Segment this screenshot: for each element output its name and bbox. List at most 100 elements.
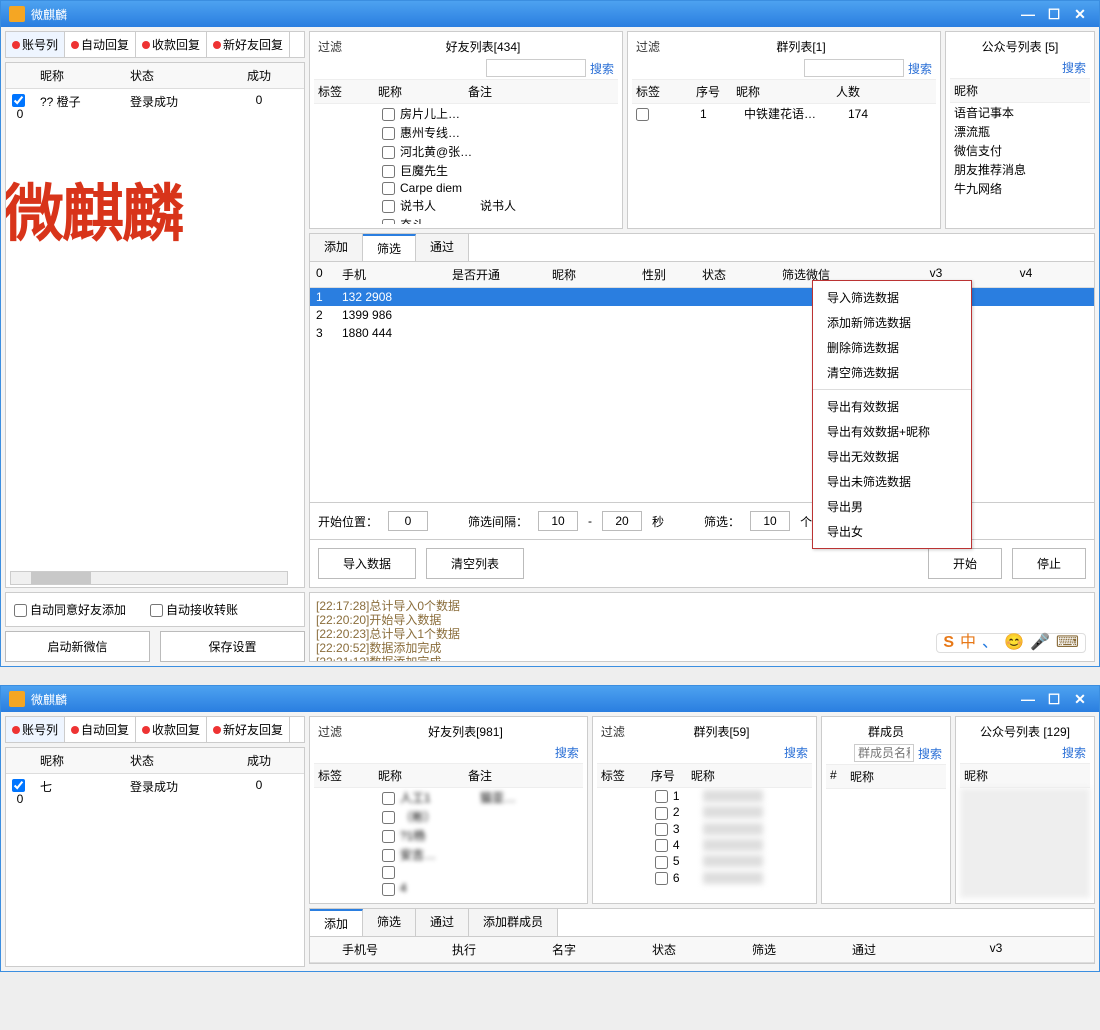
maximize-button[interactable]: ☐ bbox=[1043, 5, 1065, 23]
groups-list[interactable]: 123456 bbox=[597, 788, 812, 898]
mtab-pass[interactable]: 通过 bbox=[416, 234, 469, 261]
clear-list-button[interactable]: 清空列表 bbox=[426, 548, 524, 579]
groups-search-button[interactable]: 搜索 bbox=[908, 60, 932, 77]
public-row[interactable]: 微信支付 bbox=[950, 141, 1090, 160]
friends-search-input[interactable] bbox=[486, 59, 586, 77]
tab-auto-reply[interactable]: 自动回复 bbox=[65, 32, 136, 57]
members-search-input[interactable] bbox=[854, 744, 914, 762]
filter-row[interactable]: 21399 986 bbox=[310, 306, 1094, 324]
friends-list[interactable]: 房片儿上…惠州专线…河北黄@张…巨魔先生Carpe diem说书人说书人奋斗 bbox=[314, 104, 618, 224]
close-button[interactable]: ✕ bbox=[1069, 690, 1091, 708]
titlebar[interactable]: 微麒麟 — ☐ ✕ bbox=[1, 1, 1099, 27]
interval-max-input[interactable] bbox=[602, 511, 642, 531]
context-menu-item[interactable]: 清空筛选数据 bbox=[813, 360, 971, 385]
ime-punct-icon[interactable]: 、 bbox=[982, 636, 998, 650]
tab-new-friend-reply[interactable]: 新好友回复 bbox=[207, 717, 290, 742]
public-list[interactable]: 语音记事本漂流瓶微信支付朋友推荐消息牛九网络 bbox=[950, 103, 1090, 223]
friend-row[interactable]: 惠州专线… bbox=[314, 123, 618, 142]
minimize-button[interactable]: — bbox=[1017, 690, 1039, 708]
context-menu-item[interactable]: 导出未筛选数据 bbox=[813, 469, 971, 494]
interval-min-input[interactable] bbox=[538, 511, 578, 531]
public-row[interactable]: 朋友推荐消息 bbox=[950, 160, 1090, 179]
context-menu-item[interactable]: 导入筛选数据 bbox=[813, 285, 971, 310]
tab-accounts[interactable]: 账号列 bbox=[6, 717, 65, 742]
tab-accounts[interactable]: 账号列 bbox=[6, 32, 65, 57]
context-menu-item[interactable]: 导出有效数据 bbox=[813, 394, 971, 419]
ime-keyboard-icon[interactable]: ⌨ bbox=[1056, 636, 1079, 650]
account-checkbox[interactable] bbox=[12, 94, 25, 107]
public-row[interactable]: 牛九网络 bbox=[950, 179, 1090, 198]
import-data-button[interactable]: 导入数据 bbox=[318, 548, 416, 579]
mtab-add[interactable]: 添加 bbox=[310, 234, 363, 261]
public-row[interactable]: 漂流瓶 bbox=[950, 122, 1090, 141]
filter-row[interactable]: 1132 2908 bbox=[310, 288, 1094, 306]
context-menu-item[interactable]: 导出男 bbox=[813, 494, 971, 519]
friend-row[interactable]: （彬） bbox=[314, 807, 583, 826]
friends-list[interactable]: 人工1猫亚…（彬）?1杨安吉… 4 bbox=[314, 788, 583, 898]
public-search-button[interactable]: 搜索 bbox=[1062, 59, 1086, 76]
ime-mic-icon[interactable]: 🎤 bbox=[1030, 636, 1050, 650]
public-search-button[interactable]: 搜索 bbox=[1062, 744, 1086, 761]
minimize-button[interactable]: — bbox=[1017, 5, 1039, 23]
mtab-filter[interactable]: 筛选 bbox=[363, 234, 416, 261]
start-pos-input[interactable] bbox=[388, 511, 428, 531]
stop-button[interactable]: 停止 bbox=[1012, 548, 1086, 579]
groups-search-input[interactable] bbox=[804, 59, 904, 77]
context-menu-item[interactable]: 删除筛选数据 bbox=[813, 335, 971, 360]
friend-row[interactable]: Carpe diem bbox=[314, 180, 618, 196]
tab-payment-reply[interactable]: 收款回复 bbox=[136, 32, 207, 57]
friend-row[interactable]: ?1杨 bbox=[314, 826, 583, 845]
filter-count-input[interactable] bbox=[750, 511, 790, 531]
start-button[interactable]: 开始 bbox=[928, 548, 1002, 579]
tab-payment-reply[interactable]: 收款回复 bbox=[136, 717, 207, 742]
ime-cn-icon[interactable]: 中 bbox=[960, 636, 976, 650]
friend-row[interactable]: 河北黄@张… bbox=[314, 142, 618, 161]
group-row[interactable]: 4 bbox=[597, 837, 812, 853]
friend-row[interactable] bbox=[314, 864, 583, 880]
mtab-add[interactable]: 添加 bbox=[310, 909, 363, 936]
public-list[interactable] bbox=[960, 788, 1090, 898]
tab-auto-reply[interactable]: 自动回复 bbox=[65, 717, 136, 742]
account-row[interactable]: 0 ?? 橙子 登录成功 0 bbox=[6, 89, 304, 125]
start-new-wechat-button[interactable]: 启动新微信 bbox=[5, 631, 150, 662]
mtab-filter[interactable]: 筛选 bbox=[363, 909, 416, 936]
context-menu-item[interactable]: 导出有效数据+昵称 bbox=[813, 419, 971, 444]
context-menu-item[interactable]: 添加新筛选数据 bbox=[813, 310, 971, 335]
account-row[interactable]: 0 七 登录成功 0 bbox=[6, 774, 304, 810]
groups-list[interactable]: 1中铁建花语…174 bbox=[632, 104, 936, 224]
filter-row[interactable]: 31880 444 bbox=[310, 324, 1094, 342]
mtab-add-members[interactable]: 添加群成员 bbox=[469, 909, 558, 936]
ime-emoji-icon[interactable]: 😊 bbox=[1004, 636, 1024, 650]
public-row[interactable]: 语音记事本 bbox=[950, 103, 1090, 122]
auto-accept-friend-checkbox[interactable]: 自动同意好友添加 bbox=[14, 601, 126, 618]
group-row[interactable]: 5 bbox=[597, 853, 812, 869]
friend-row[interactable]: 说书人说书人 bbox=[314, 196, 618, 215]
group-row[interactable]: 2 bbox=[597, 804, 812, 820]
maximize-button[interactable]: ☐ bbox=[1043, 690, 1065, 708]
friend-row[interactable]: 房片儿上… bbox=[314, 104, 618, 123]
auto-accept-transfer-checkbox[interactable]: 自动接收转账 bbox=[150, 601, 238, 618]
h-scrollbar[interactable] bbox=[10, 571, 288, 585]
close-button[interactable]: ✕ bbox=[1069, 5, 1091, 23]
friend-row[interactable]: 巨魔先生 bbox=[314, 161, 618, 180]
context-menu-item[interactable]: 导出女 bbox=[813, 519, 971, 544]
groups-search-button[interactable]: 搜索 bbox=[784, 744, 808, 761]
save-settings-button[interactable]: 保存设置 bbox=[160, 631, 305, 662]
friend-row[interactable]: 安吉… bbox=[314, 845, 583, 864]
context-menu-item[interactable]: 导出无效数据 bbox=[813, 444, 971, 469]
friends-search-button[interactable]: 搜索 bbox=[555, 744, 579, 761]
group-row[interactable]: 1 bbox=[597, 788, 812, 804]
friend-row[interactable]: 4 bbox=[314, 880, 583, 896]
account-checkbox[interactable] bbox=[12, 779, 25, 792]
members-list[interactable] bbox=[826, 789, 946, 899]
titlebar[interactable]: 微麒麟 — ☐ ✕ bbox=[1, 686, 1099, 712]
members-search-button[interactable]: 搜索 bbox=[918, 745, 942, 762]
group-row[interactable]: 6 bbox=[597, 870, 812, 886]
friends-search-button[interactable]: 搜索 bbox=[590, 60, 614, 77]
group-row[interactable]: 3 bbox=[597, 821, 812, 837]
friend-row[interactable]: 人工1猫亚… bbox=[314, 788, 583, 807]
mtab-pass[interactable]: 通过 bbox=[416, 909, 469, 936]
ime-bar[interactable]: S 中 、 😊 🎤 ⌨ bbox=[936, 633, 1086, 653]
friend-row[interactable]: 奋斗 bbox=[314, 215, 618, 224]
tab-new-friend-reply[interactable]: 新好友回复 bbox=[207, 32, 290, 57]
